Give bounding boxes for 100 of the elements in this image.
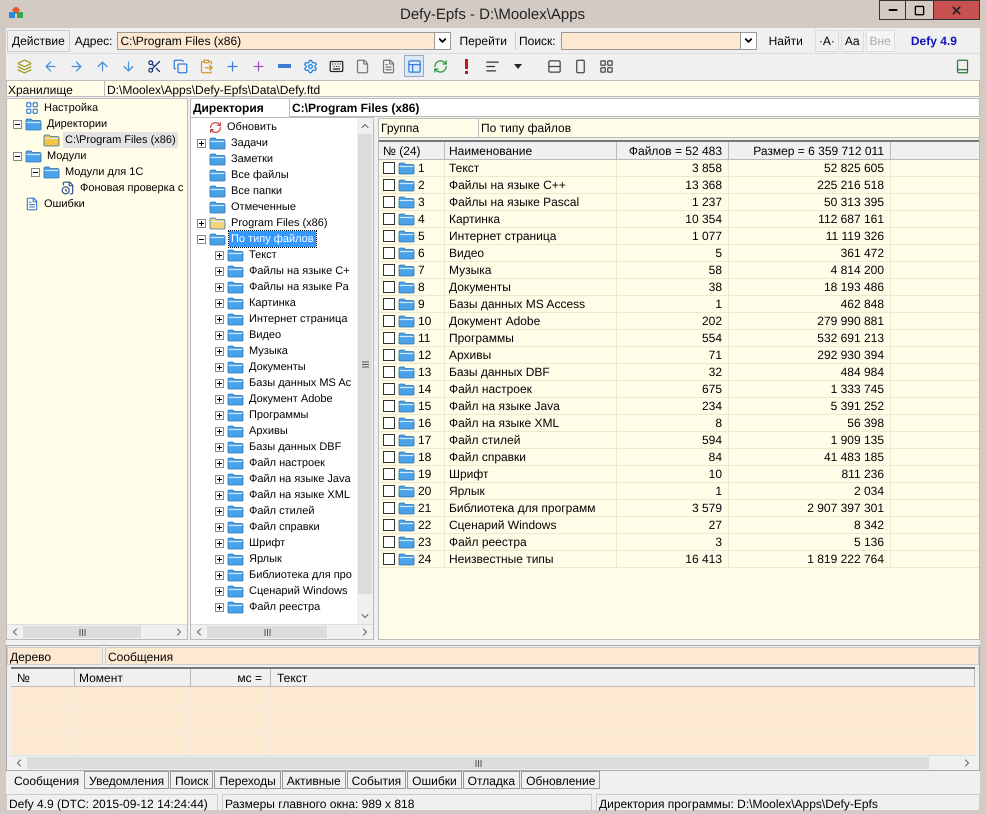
expand-icon[interactable] xyxy=(215,490,224,500)
column-header[interactable]: Момент xyxy=(75,669,191,686)
dropdown-icon[interactable] xyxy=(437,35,448,46)
tab[interactable]: Уведомления xyxy=(84,771,170,789)
tree-item[interactable]: Библиотека для про xyxy=(247,566,354,584)
expand-icon[interactable] xyxy=(215,442,224,452)
expand-icon[interactable] xyxy=(215,538,224,548)
collapse-icon[interactable] xyxy=(13,120,22,128)
tree-item[interactable]: Файл на языке Java xyxy=(247,470,353,488)
search-field[interactable] xyxy=(560,32,757,50)
tree-item[interactable]: Все папки xyxy=(229,182,284,200)
tree-item[interactable]: Файлы на языке Pa xyxy=(247,278,351,296)
address-field[interactable]: C:\Program Files (x86) xyxy=(117,32,452,50)
tab[interactable]: События xyxy=(346,771,406,789)
tree-item[interactable]: Файл справки xyxy=(247,518,322,536)
tree-item[interactable]: Интернет страница xyxy=(247,310,350,328)
tree-item[interactable]: Настройка xyxy=(42,100,100,116)
tree-item[interactable]: Ярлык xyxy=(247,550,284,568)
tab[interactable]: Ошибки xyxy=(407,771,462,789)
expand-icon[interactable] xyxy=(215,266,224,276)
tree-item[interactable]: C:\Program Files (x86) xyxy=(63,132,178,148)
row-checkbox[interactable] xyxy=(383,366,395,378)
tree-item[interactable]: Архивы xyxy=(247,422,290,440)
action-button[interactable]: Действие xyxy=(7,30,70,52)
row-checkbox[interactable] xyxy=(383,502,395,514)
tree-item[interactable]: Базы данных MS Ac xyxy=(247,374,354,392)
row-checkbox[interactable] xyxy=(383,281,395,293)
tree-item[interactable]: Базы данных DBF xyxy=(247,438,344,456)
column-header[interactable]: № xyxy=(11,669,75,686)
row-checkbox[interactable] xyxy=(383,196,395,208)
expand-icon[interactable] xyxy=(215,554,224,564)
tree-item[interactable]: Задачи xyxy=(229,134,270,152)
expand-icon[interactable] xyxy=(197,218,206,228)
option-button[interactable]: ·A· xyxy=(814,30,839,52)
expand-icon[interactable] xyxy=(215,394,224,404)
tree-item[interactable]: Директории xyxy=(45,116,110,132)
expand-icon[interactable] xyxy=(197,138,206,148)
tree-item[interactable]: Отмеченные xyxy=(229,198,298,216)
tree-item[interactable]: Программы xyxy=(247,406,310,424)
expand-icon[interactable] xyxy=(215,250,224,260)
expand-icon[interactable] xyxy=(215,410,224,420)
tab[interactable]: Переходы xyxy=(214,771,281,789)
row-checkbox[interactable] xyxy=(383,536,395,548)
tree-item[interactable]: Музыка xyxy=(247,342,290,360)
column-header[interactable]: № (24) xyxy=(379,142,445,159)
expand-icon[interactable] xyxy=(215,506,224,516)
collapse-icon[interactable] xyxy=(13,152,22,160)
tree-item[interactable]: Документы xyxy=(247,358,308,376)
row-checkbox[interactable] xyxy=(383,179,395,191)
close-button[interactable] xyxy=(933,0,980,20)
row-checkbox[interactable] xyxy=(383,264,395,276)
tree-item[interactable]: Файлы на языке С+ xyxy=(247,262,352,280)
expand-icon[interactable] xyxy=(215,586,224,596)
row-checkbox[interactable] xyxy=(383,230,395,242)
expand-icon[interactable] xyxy=(215,330,224,340)
row-checkbox[interactable] xyxy=(383,315,395,327)
row-checkbox[interactable] xyxy=(383,468,395,480)
option-button[interactable]: Aa xyxy=(840,30,864,52)
row-checkbox[interactable] xyxy=(383,298,395,310)
row-checkbox[interactable] xyxy=(383,451,395,463)
tree-item[interactable]: Видео xyxy=(247,326,284,344)
row-checkbox[interactable] xyxy=(383,213,395,225)
expand-icon[interactable] xyxy=(215,458,224,468)
row-checkbox[interactable] xyxy=(383,349,395,361)
tree-item[interactable]: Документ Adobe xyxy=(247,390,335,408)
tree-item[interactable]: Заметки xyxy=(229,150,276,168)
tree-item[interactable]: Все файлы xyxy=(229,166,291,184)
tab[interactable]: Обновление xyxy=(521,771,600,789)
tab[interactable]: Активные xyxy=(282,771,346,789)
column-header[interactable]: Текст xyxy=(271,669,975,686)
row-checkbox[interactable] xyxy=(383,417,395,429)
row-checkbox[interactable] xyxy=(383,400,395,412)
column-header[interactable]: мс = xyxy=(191,669,271,686)
column-header[interactable]: Размер = 6 359 712 011 xyxy=(729,142,891,159)
row-checkbox[interactable] xyxy=(383,553,395,565)
find-button[interactable]: Найти xyxy=(758,30,813,52)
tree-item[interactable]: Модули xyxy=(45,148,88,164)
row-checkbox[interactable] xyxy=(383,519,395,531)
expand-icon[interactable] xyxy=(215,346,224,356)
collapse-icon[interactable] xyxy=(197,234,206,244)
tree-item[interactable]: Файл стилей xyxy=(247,502,316,520)
row-checkbox[interactable] xyxy=(383,332,395,344)
expand-icon[interactable] xyxy=(215,474,224,484)
tree-item[interactable]: Ошибки xyxy=(42,196,87,212)
expand-icon[interactable] xyxy=(215,298,224,308)
row-checkbox[interactable] xyxy=(383,162,395,174)
expand-icon[interactable] xyxy=(215,602,224,612)
row-checkbox[interactable] xyxy=(383,485,395,497)
tree-item[interactable]: Program Files (x86) xyxy=(229,214,330,232)
expand-icon[interactable] xyxy=(215,522,224,532)
column-header[interactable]: Файлов = 52 483 xyxy=(617,142,729,159)
collapse-icon[interactable] xyxy=(31,168,40,176)
row-checkbox[interactable] xyxy=(383,434,395,446)
tree-item[interactable]: Модули для 1С xyxy=(63,164,146,180)
go-button[interactable]: Перейти xyxy=(453,30,514,52)
horizontal-scrollbar[interactable] xyxy=(7,624,187,639)
expand-icon[interactable] xyxy=(215,570,224,580)
expand-icon[interactable] xyxy=(215,378,224,388)
tree-item[interactable]: Файл настроек xyxy=(247,454,327,472)
tree-item[interactable]: Фоновая проверка с xyxy=(78,180,186,196)
